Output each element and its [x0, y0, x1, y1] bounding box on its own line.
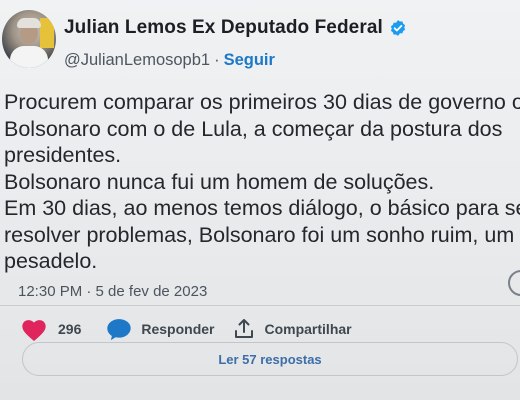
avatar-shirt: [10, 46, 48, 68]
author-display-name[interactable]: Julian Lemos Ex Deputado Federal: [64, 17, 383, 39]
share-label: Compartilhar: [264, 321, 352, 337]
like-action[interactable]: 296: [20, 316, 81, 342]
share-action[interactable]: Compartilhar: [232, 317, 352, 341]
reply-label: Responder: [141, 321, 215, 337]
handle-separator: ·: [214, 51, 220, 69]
avatar[interactable]: [2, 10, 56, 68]
read-replies-label: Ler 57 respostas: [218, 351, 322, 367]
author-handle[interactable]: @JulianLemosopb1: [64, 51, 210, 70]
reply-action[interactable]: Responder: [105, 316, 214, 342]
author-name-row: Julian Lemos Ex Deputado Federal: [64, 17, 407, 39]
action-bar: 296 Responder Compartilhar: [20, 316, 370, 342]
heart-icon[interactable]: [20, 316, 48, 342]
like-count: 296: [58, 321, 82, 337]
tweet-card: Julian Lemos Ex Deputado Federal @Julian…: [0, 0, 520, 400]
share-icon[interactable]: [232, 317, 256, 341]
verified-badge-icon: [390, 20, 405, 36]
divider: [0, 305, 520, 306]
tweet-text: Procurem comparar os primeiros 30 dias d…: [4, 90, 520, 273]
reply-bubble-icon[interactable]: [105, 316, 133, 342]
tweet-timestamp[interactable]: 12:30 PM · 5 de fev de 2023: [18, 283, 207, 300]
avatar-flag: [40, 18, 54, 48]
avatar-hair: [17, 18, 41, 28]
read-replies-button[interactable]: Ler 57 respostas: [22, 342, 518, 376]
follow-button[interactable]: Seguir: [224, 51, 275, 70]
author-handle-row: @JulianLemosopb1 · Seguir: [64, 51, 275, 70]
